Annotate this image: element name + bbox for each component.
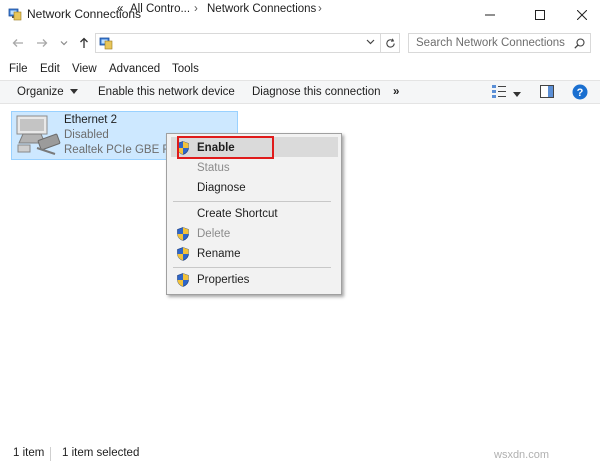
- breadcrumb-separator[interactable]: ›: [318, 3, 322, 15]
- highlight-box: [177, 136, 274, 159]
- context-diagnose[interactable]: Diagnose: [197, 182, 246, 194]
- caret-down-icon: [513, 92, 521, 97]
- menu-edit[interactable]: Edit: [40, 63, 60, 75]
- back-button[interactable]: [10, 34, 26, 52]
- breadcrumb-overflow[interactable]: «: [117, 3, 123, 15]
- minimize-icon: [485, 14, 495, 15]
- caret-down-icon: [69, 88, 78, 94]
- uac-shield-icon: [177, 247, 189, 261]
- uac-shield-icon: [177, 227, 189, 241]
- forward-arrow-icon: [37, 39, 48, 47]
- up-arrow-icon: [80, 37, 88, 48]
- view-options-icon: [492, 85, 506, 98]
- breadcrumb-all-control-panel[interactable]: All Contro...: [130, 3, 190, 15]
- control-panel-icon: [99, 37, 113, 50]
- search-input[interactable]: Search Network Connections: [416, 37, 565, 49]
- forward-button[interactable]: [34, 34, 50, 52]
- up-button[interactable]: [76, 34, 92, 52]
- preview-pane-icon: [540, 85, 554, 98]
- menu-separator: [173, 267, 331, 268]
- help-button[interactable]: ?: [572, 84, 588, 103]
- diagnose-connection-button[interactable]: Diagnose this connection: [252, 86, 381, 98]
- menu-tools[interactable]: Tools: [172, 63, 199, 75]
- refresh-button[interactable]: [380, 33, 400, 53]
- search-icon: [574, 38, 585, 49]
- status-item-count: 1 item: [13, 447, 45, 459]
- address-dropdown[interactable]: [366, 37, 375, 49]
- menu-separator: [173, 201, 331, 202]
- context-create-shortcut[interactable]: Create Shortcut: [197, 208, 278, 220]
- organize-label: Organize: [17, 86, 64, 98]
- more-commands-button[interactable]: »: [393, 86, 399, 98]
- maximize-button[interactable]: [518, 0, 562, 29]
- svg-text:?: ?: [577, 87, 584, 99]
- status-separator: [50, 447, 51, 461]
- search-field[interactable]: Search Network Connections: [408, 33, 591, 53]
- preview-pane-button[interactable]: [540, 85, 554, 101]
- breadcrumb-network-connections[interactable]: Network Connections: [207, 3, 316, 15]
- context-properties[interactable]: Properties: [197, 274, 249, 286]
- menu-advanced[interactable]: Advanced: [109, 63, 160, 75]
- context-rename[interactable]: Rename: [197, 248, 240, 260]
- network-adapter-icon: [16, 115, 61, 155]
- connection-adapter: Realtek PCIe GBE Family Controller: [64, 144, 168, 156]
- chevron-down-icon: [366, 39, 375, 45]
- view-dropdown[interactable]: [513, 89, 521, 101]
- menu-view[interactable]: View: [72, 63, 97, 75]
- back-arrow-icon: [12, 39, 23, 47]
- context-status[interactable]: Status: [197, 162, 230, 174]
- status-selected-count: 1 item selected: [62, 447, 140, 459]
- organize-button[interactable]: Organize: [17, 86, 78, 98]
- menu-file[interactable]: File: [9, 63, 28, 75]
- connection-name: Ethernet 2: [64, 114, 118, 126]
- close-button[interactable]: [560, 0, 600, 29]
- enable-device-button[interactable]: Enable this network device: [98, 86, 235, 98]
- maximize-icon: [535, 9, 545, 20]
- connection-status: Disabled: [64, 129, 109, 141]
- network-connections-icon: [8, 8, 22, 21]
- help-icon: ?: [572, 84, 588, 100]
- breadcrumb-separator[interactable]: ›: [194, 3, 198, 15]
- minimize-button[interactable]: [468, 0, 512, 29]
- recent-locations-button[interactable]: [56, 34, 72, 52]
- chevron-down-icon: [60, 41, 68, 46]
- close-icon: [577, 9, 587, 20]
- context-delete[interactable]: Delete: [197, 228, 230, 240]
- window-title: Network Connections: [27, 7, 142, 21]
- refresh-icon: [386, 38, 395, 48]
- change-view-button[interactable]: [492, 85, 506, 101]
- uac-shield-icon: [177, 273, 189, 287]
- address-bar[interactable]: [95, 33, 400, 53]
- watermark: wsxdn.com: [494, 449, 550, 461]
